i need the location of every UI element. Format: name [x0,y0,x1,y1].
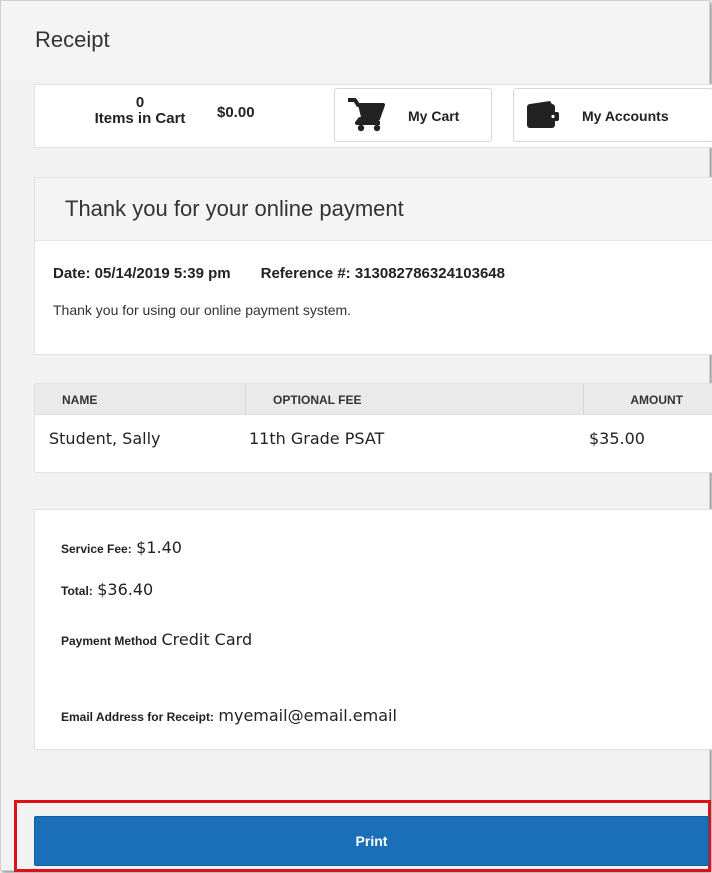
shopping-cart-icon [348,98,385,132]
payment-summary: Service Fee: $1.40 Total: $36.40 Payment… [34,509,712,750]
fee-table: NAME OPTIONAL FEE AMOUNT Student, Sally … [34,383,712,473]
wallet-icon [527,101,559,128]
payment-method-label: Payment Method [61,634,158,648]
confirmation-message: Thank you for using our online payment s… [53,302,352,318]
service-fee-value: $1.40 [136,538,182,557]
payment-method-value: Credit Card [161,630,253,649]
column-divider [583,384,584,414]
cart-summary-bar: 0 Items in Cart $0.00 My Cart My Account… [34,84,712,148]
service-fee-label: Service Fee: [61,542,132,556]
email-label: Email Address for Receipt: [61,710,214,724]
items-in-cart: 0 Items in Cart [90,95,190,127]
items-label: Items in Cart [94,110,186,127]
service-fee-row: Service Fee: $1.40 [61,538,182,558]
column-divider [245,384,246,414]
total-label: Total: [61,584,93,598]
reference-number: Reference #: 313082786324103648 [260,265,505,282]
confirmation-panel: Thank you for your online payment Date: … [34,177,712,355]
my-accounts-button[interactable]: My Accounts [513,88,712,142]
cell-amount: $35.00 [589,429,645,448]
page-title: Receipt [35,27,110,52]
payment-date: Date: 05/14/2019 5:39 pm [53,265,231,282]
items-count: 0 [135,94,145,111]
column-header-name: NAME [62,393,98,407]
total-value: $36.40 [97,580,154,599]
column-header-amount: AMOUNT [630,393,683,407]
payment-details: Date: 05/14/2019 5:39 pm Reference #: 313… [53,265,505,282]
cell-name: Student, Sally [49,429,161,448]
my-cart-label: My Cart [408,108,460,124]
payment-method-row: Payment Method Credit Card [61,630,252,650]
email-row: Email Address for Receipt: myemail@email… [61,706,397,726]
my-cart-button[interactable]: My Cart [334,88,492,142]
total-row: Total: $36.40 [61,580,153,600]
receipt-window: Receipt 0 Items in Cart $0.00 My Cart My… [0,0,712,872]
confirmation-title: Thank you for your online payment [65,196,404,221]
cart-total: $0.00 [217,104,255,121]
email-value: myemail@email.email [218,706,397,725]
table-header: NAME OPTIONAL FEE AMOUNT [35,384,712,415]
confirmation-header: Thank you for your online payment [35,178,712,241]
cell-optional-fee: 11th Grade PSAT [249,429,385,448]
my-accounts-label: My Accounts [582,108,669,124]
title-bar: Receipt [1,1,709,77]
print-button[interactable]: Print [34,816,709,866]
column-header-optional-fee: OPTIONAL FEE [273,393,362,407]
